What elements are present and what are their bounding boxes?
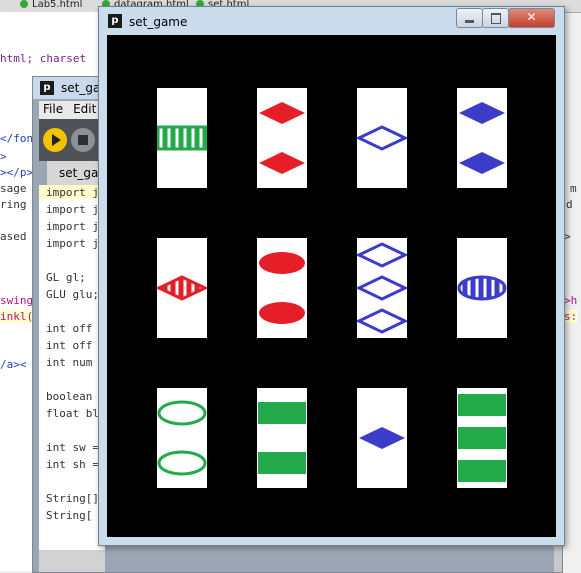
blue-diamond-symbol	[357, 125, 407, 151]
oval-shape-group	[457, 275, 507, 301]
rectangle-shape-group	[258, 402, 306, 474]
bg-code-line: ring	[0, 198, 27, 211]
set-game-window: p set_game ✕	[98, 6, 565, 546]
set-card[interactable]	[357, 88, 407, 188]
rectangle-shape-group	[458, 394, 506, 482]
diamond-shape-group	[459, 102, 505, 174]
code-editor[interactable]: import j import j import j import j GL g…	[39, 185, 105, 550]
green-rectangle-symbol	[458, 460, 506, 482]
processing-icon: p	[40, 81, 54, 95]
blue-oval-symbol	[457, 275, 507, 301]
bg-code-line: ></p>	[0, 166, 34, 179]
set-card[interactable]	[157, 88, 207, 188]
diamond-shape-group	[157, 275, 207, 301]
bg-code-line: m	[570, 182, 577, 195]
run-button[interactable]	[43, 128, 67, 152]
window-title: set_game	[129, 15, 188, 29]
menu-file[interactable]: File	[39, 101, 69, 116]
close-button[interactable]: ✕	[508, 8, 555, 28]
green-rectangle-symbol	[258, 452, 306, 474]
diamond-shape-group	[359, 427, 405, 449]
bg-code-line: swing	[0, 294, 34, 307]
code-line: GL gl;	[46, 271, 86, 284]
red-oval-symbol	[259, 302, 305, 324]
code-line: String[	[46, 509, 93, 522]
minimize-icon	[465, 20, 474, 23]
set-card[interactable]	[357, 388, 407, 488]
code-line: import j	[46, 203, 99, 216]
blue-diamond-symbol	[357, 242, 407, 268]
set-card[interactable]	[257, 388, 307, 488]
blue-diamond-symbol	[459, 102, 505, 124]
code-line: GLU glu;	[46, 288, 99, 301]
bg-code-line: s:	[564, 310, 578, 323]
code-line: import j	[46, 220, 99, 233]
bg-code-line: inkl(	[0, 310, 34, 323]
minimize-button[interactable]	[456, 8, 483, 28]
rectangle-shape-group	[157, 125, 207, 151]
set-card[interactable]	[457, 238, 507, 338]
diamond-shape-group	[357, 242, 407, 334]
set-card[interactable]	[457, 388, 507, 488]
diamond-shape-group	[259, 102, 305, 174]
code-line: float bl	[46, 407, 99, 420]
set-game-title-bar[interactable]: p set_game ✕	[99, 7, 564, 35]
green-oval-symbol	[157, 400, 207, 426]
game-canvas[interactable]	[107, 35, 556, 537]
code-line: int num	[46, 356, 93, 369]
code-line: String[]	[46, 492, 99, 505]
diamond-shape-group	[357, 125, 407, 151]
green-rectangle-symbol	[157, 125, 207, 151]
red-diamond-symbol	[157, 275, 207, 301]
green-oval-symbol	[157, 450, 207, 476]
tab-label: Lab5.html	[32, 0, 83, 10]
ide-title: set_ga	[61, 81, 101, 95]
maximize-icon	[491, 13, 501, 24]
tab-favicon-icon	[20, 0, 28, 8]
bg-code-line: >	[0, 150, 7, 163]
set-card[interactable]	[257, 238, 307, 338]
code-line: int off	[46, 322, 93, 335]
stop-button[interactable]	[71, 128, 95, 152]
bg-code-line: >h	[564, 294, 578, 307]
processing-icon: p	[108, 14, 122, 28]
bg-code-line: sage	[0, 182, 27, 195]
oval-shape-group	[157, 400, 207, 476]
bg-code-line: d	[566, 198, 573, 211]
set-card[interactable]	[457, 88, 507, 188]
code-line: boolean	[46, 390, 93, 403]
close-icon: ✕	[526, 10, 537, 24]
console-area	[39, 550, 105, 572]
set-card[interactable]	[357, 238, 407, 338]
code-line: int off	[46, 339, 93, 352]
green-rectangle-symbol	[458, 427, 506, 449]
code-line: import j	[46, 186, 99, 199]
set-card[interactable]	[157, 388, 207, 488]
set-card[interactable]	[257, 88, 307, 188]
bg-code-line: ased	[0, 230, 27, 243]
red-diamond-symbol	[259, 152, 305, 174]
green-rectangle-symbol	[258, 402, 306, 424]
green-rectangle-symbol	[458, 394, 506, 416]
set-card[interactable]	[157, 238, 207, 338]
code-line: import j	[46, 237, 99, 250]
blue-diamond-symbol	[459, 152, 505, 174]
oval-shape-group	[259, 252, 305, 324]
blue-diamond-symbol	[359, 427, 405, 449]
blue-diamond-symbol	[357, 308, 407, 334]
browser-tab[interactable]: Lab5.html	[16, 0, 86, 11]
blue-diamond-symbol	[357, 275, 407, 301]
bg-code-line: /a><	[0, 358, 27, 371]
red-oval-symbol	[259, 252, 305, 274]
maximize-button[interactable]	[482, 8, 509, 28]
code-line: int sh =	[46, 458, 99, 471]
code-line: int sw =	[46, 441, 99, 454]
bg-code-line: html; charset	[0, 52, 87, 65]
red-diamond-symbol	[259, 102, 305, 124]
